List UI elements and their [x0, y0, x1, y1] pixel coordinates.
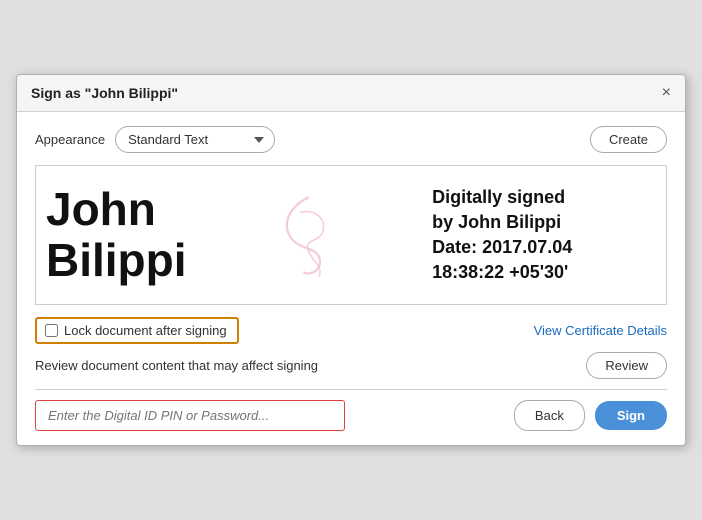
- preview-info: Digitally signed by John Bilippi Date: 2…: [338, 166, 666, 304]
- pin-input[interactable]: [35, 400, 345, 431]
- appearance-label: Appearance: [35, 132, 105, 147]
- back-button[interactable]: Back: [514, 400, 585, 431]
- bottom-buttons: Back Sign: [514, 400, 667, 431]
- appearance-left: Appearance Standard Text Custom: [35, 126, 275, 153]
- review-row: Review document content that may affect …: [35, 352, 667, 379]
- view-certificate-link[interactable]: View Certificate Details: [534, 323, 667, 338]
- lock-row: Lock document after signing View Certifi…: [35, 317, 667, 344]
- lock-left: Lock document after signing: [35, 317, 239, 344]
- review-text: Review document content that may affect …: [35, 358, 318, 373]
- sign-dialog: Sign as "John Bilippi" × Appearance Stan…: [16, 74, 686, 446]
- lock-label: Lock document after signing: [64, 323, 227, 338]
- appearance-row: Appearance Standard Text Custom Create: [35, 126, 667, 153]
- create-button[interactable]: Create: [590, 126, 667, 153]
- dialog-title: Sign as "John Bilippi": [31, 85, 178, 101]
- lock-checkbox-wrapper: Lock document after signing: [35, 317, 239, 344]
- sign-button[interactable]: Sign: [595, 401, 667, 430]
- bottom-row: Back Sign: [35, 400, 667, 431]
- dialog-titlebar: Sign as "John Bilippi" ×: [17, 75, 685, 112]
- review-button[interactable]: Review: [586, 352, 667, 379]
- lock-checkbox[interactable]: [45, 324, 58, 337]
- preview-box: John Bilippi Digitally signed by John Bi…: [35, 165, 667, 305]
- signature-watermark: [278, 166, 338, 304]
- preview-name-text: John Bilippi: [46, 184, 187, 285]
- preview-name: John Bilippi: [36, 166, 338, 304]
- dialog-body: Appearance Standard Text Custom Create J…: [17, 112, 685, 445]
- close-button[interactable]: ×: [662, 85, 671, 101]
- appearance-select[interactable]: Standard Text Custom: [115, 126, 275, 153]
- divider: [35, 389, 667, 390]
